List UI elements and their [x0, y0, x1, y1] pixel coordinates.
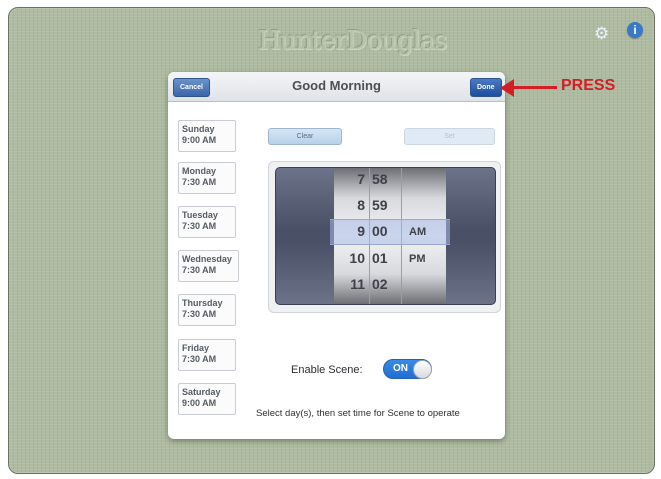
clear-button[interactable]: Clear [268, 128, 342, 145]
day-name: Wednesday [182, 254, 232, 264]
done-button[interactable]: Done [470, 78, 502, 97]
day-name: Friday [182, 343, 210, 353]
day-name: Monday [182, 166, 217, 176]
time-picker[interactable]: 7 8 9 10 11 58 59 00 01 02 AM PM [275, 167, 496, 305]
day-time: 7:30 AM [182, 221, 217, 231]
day-name: Tuesday [182, 210, 218, 220]
hour-option[interactable]: 7 [339, 171, 365, 187]
minute-option[interactable]: 01 [372, 250, 397, 266]
press-annotation: PRESS [561, 77, 616, 94]
day-name: Sunday [182, 124, 215, 134]
callout-arrow-shaft [510, 86, 557, 89]
hunter-douglas-logo: HunterDouglas [258, 26, 447, 56]
enable-scene-label: Enable Scene: [291, 364, 363, 376]
minute-option[interactable]: 58 [372, 171, 397, 187]
day-time: 9:00 AM [182, 398, 217, 408]
ampm-option[interactable]: PM [409, 253, 426, 265]
scene-schedule-modal: Good Morning Cancel Done Sunday 9:00 AM … [168, 72, 505, 439]
day-time: 7:30 AM [182, 309, 217, 319]
toggle-on-label: ON [393, 363, 408, 374]
instruction-text: Select day(s), then set time for Scene t… [256, 408, 460, 419]
modal-header: Good Morning Cancel Done [168, 72, 505, 102]
minute-option[interactable]: 59 [372, 197, 397, 213]
day-time: 9:00 AM [182, 135, 217, 145]
minute-option-selected[interactable]: 00 [372, 223, 397, 239]
day-time: 7:30 AM [182, 177, 217, 187]
day-item-sunday[interactable]: Sunday 9:00 AM [178, 120, 236, 152]
day-item-thursday[interactable]: Thursday 7:30 AM [178, 294, 236, 326]
gear-icon[interactable]: ⚙ [594, 24, 609, 44]
hour-option[interactable]: 10 [339, 250, 365, 266]
day-item-saturday[interactable]: Saturday 9:00 AM [178, 383, 236, 415]
day-name: Saturday [182, 387, 221, 397]
ampm-option-selected[interactable]: AM [409, 226, 426, 238]
day-name: Thursday [182, 298, 223, 308]
info-icon[interactable]: i [627, 22, 643, 38]
day-time: 7:30 AM [182, 354, 217, 364]
modal-title: Good Morning [292, 78, 381, 93]
enable-scene-toggle[interactable]: ON [383, 359, 432, 379]
day-time: 7:30 AM [182, 265, 217, 275]
set-button[interactable]: Set [404, 128, 495, 145]
arrow-left-icon [500, 79, 514, 97]
day-item-friday[interactable]: Friday 7:30 AM [178, 339, 236, 371]
hour-option-selected[interactable]: 9 [339, 223, 365, 239]
day-item-wednesday[interactable]: Wednesday 7:30 AM [178, 250, 239, 282]
hour-option[interactable]: 8 [339, 197, 365, 213]
toggle-knob [413, 360, 432, 379]
hour-option[interactable]: 11 [339, 276, 365, 292]
day-item-monday[interactable]: Monday 7:30 AM [178, 162, 236, 194]
minute-option[interactable]: 02 [372, 276, 397, 292]
cancel-button[interactable]: Cancel [173, 78, 210, 97]
day-item-tuesday[interactable]: Tuesday 7:30 AM [178, 206, 236, 238]
